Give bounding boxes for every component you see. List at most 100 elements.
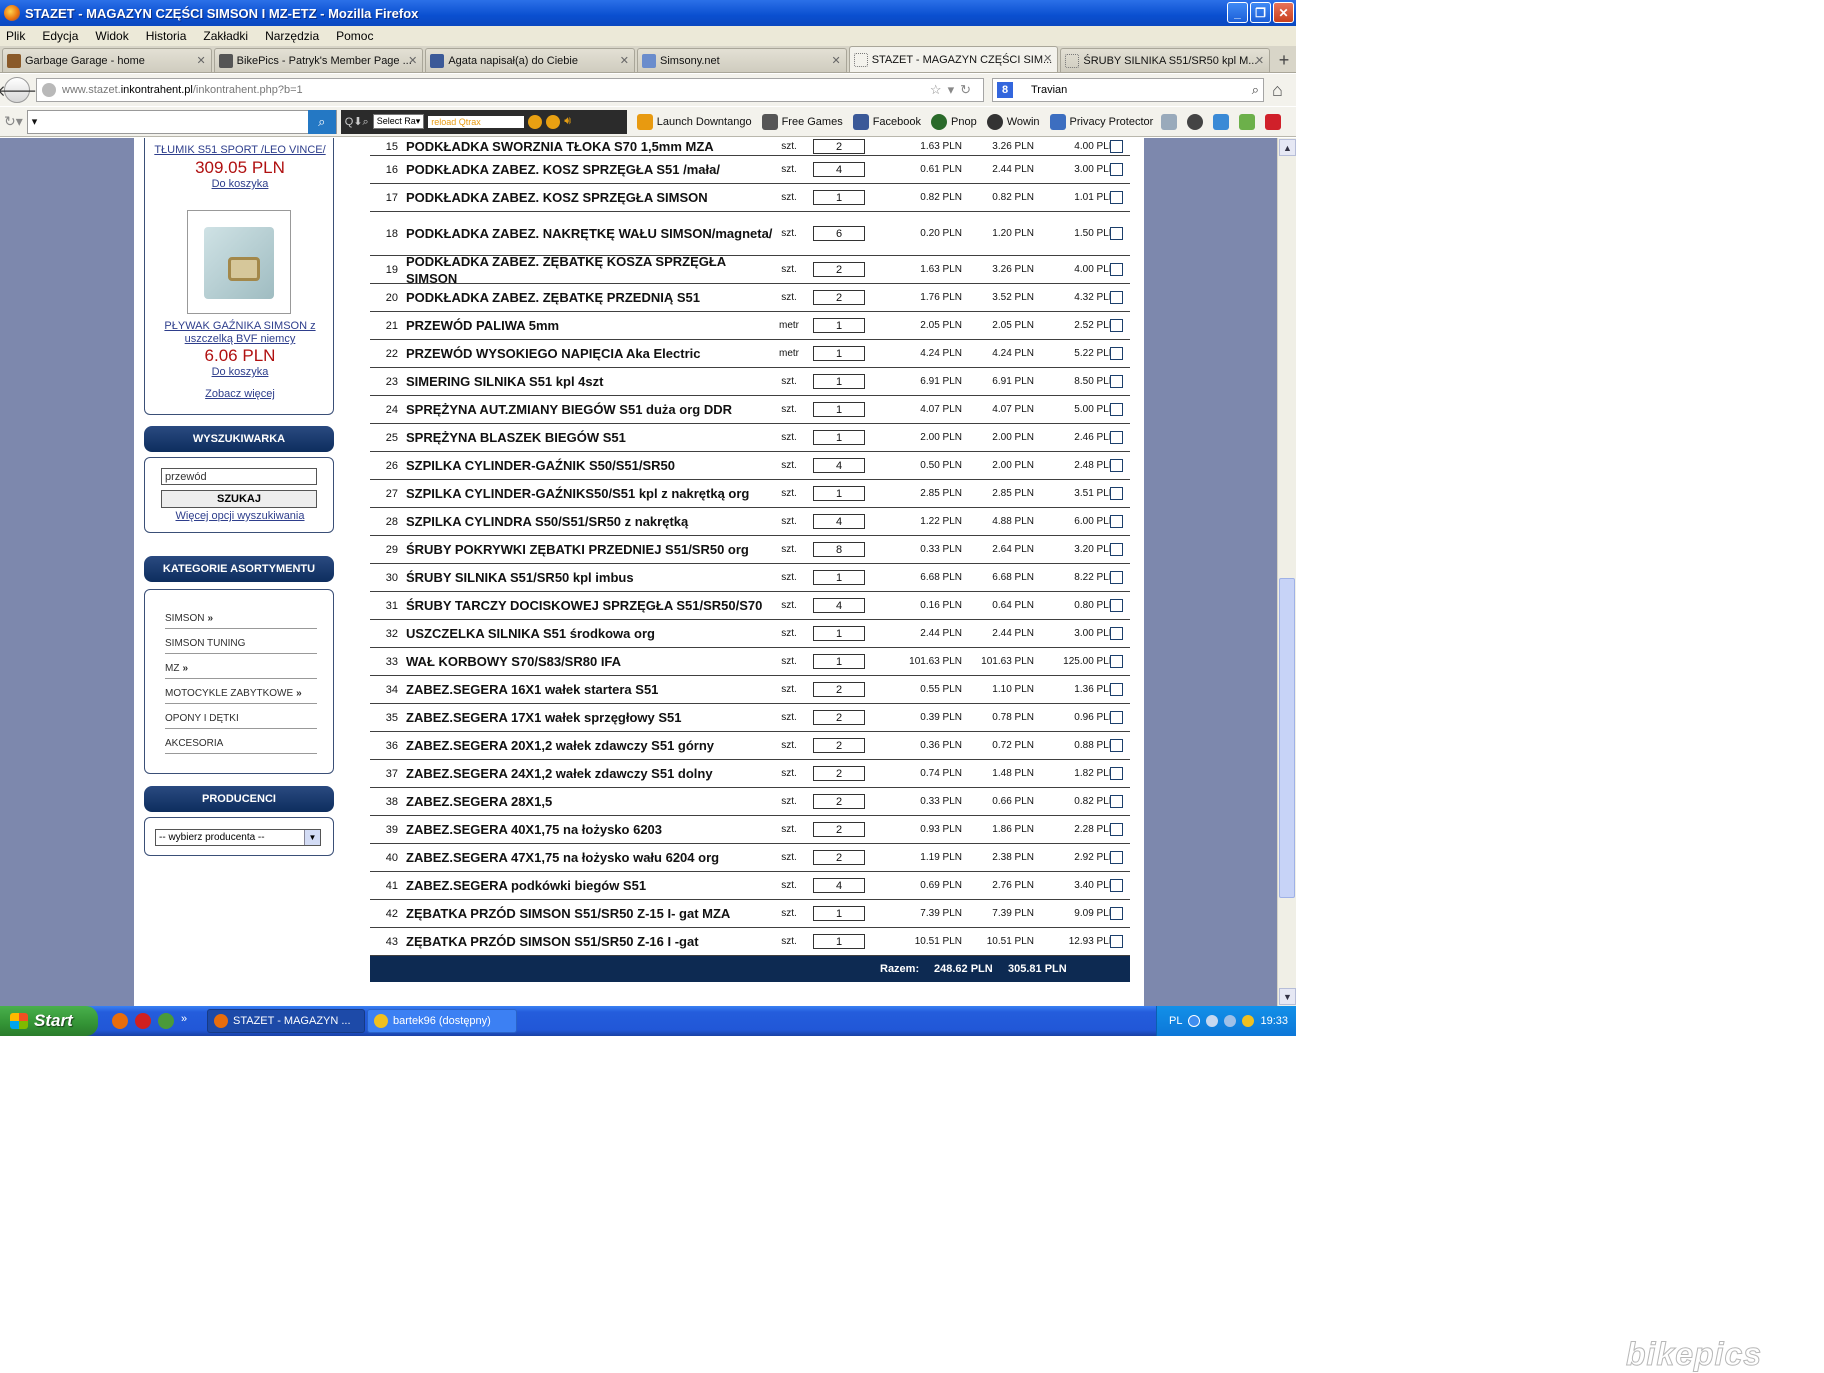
remove-item-checkbox[interactable]	[1109, 599, 1123, 612]
np-icon[interactable]	[1265, 113, 1282, 130]
quantity-input[interactable]: 2	[813, 794, 865, 809]
weather-icon[interactable]	[1161, 113, 1178, 130]
quantity-input[interactable]: 4	[813, 514, 865, 529]
menu-bookmarks[interactable]: Zakładki	[203, 29, 248, 43]
remove-item-checkbox[interactable]	[1109, 291, 1123, 304]
radio-select[interactable]: Select Ra▾	[372, 114, 425, 129]
menu-file[interactable]: Plik	[6, 29, 25, 43]
quantity-input[interactable]: 1	[813, 570, 865, 585]
tab-close-icon[interactable]: ✕	[831, 54, 840, 67]
quantity-input[interactable]: 8	[813, 542, 865, 557]
remove-item-checkbox[interactable]	[1109, 140, 1123, 153]
tab-simsony[interactable]: Simsony.net ✕	[637, 48, 847, 72]
quick-launch-more[interactable]: »	[181, 1013, 197, 1029]
chevron-down-icon[interactable]: ▼	[304, 830, 320, 845]
language-indicator[interactable]: PL	[1169, 1015, 1182, 1027]
remove-item-checkbox[interactable]	[1109, 767, 1123, 780]
product-image[interactable]	[187, 210, 291, 314]
menu-view[interactable]: Widok	[95, 29, 128, 43]
add-to-cart-link[interactable]: Do koszyka	[145, 178, 335, 191]
tab-close-icon[interactable]: ✕	[620, 54, 629, 67]
remove-item-checkbox[interactable]	[1109, 191, 1123, 204]
quantity-input[interactable]: 2	[813, 710, 865, 725]
wowin-link[interactable]: Wowin	[986, 113, 1040, 130]
tab-close-icon[interactable]: ✕	[1255, 54, 1264, 67]
stop-icon[interactable]	[546, 114, 561, 129]
tab-close-icon[interactable]: ✕	[408, 54, 417, 67]
remove-item-checkbox[interactable]	[1109, 655, 1123, 668]
maximize-button[interactable]: ❐	[1250, 2, 1271, 23]
scroll-down-icon[interactable]: ▼	[1279, 988, 1296, 1005]
category-mz[interactable]: MZ»	[165, 654, 317, 679]
back-button[interactable]: 🡐	[0, 77, 37, 103]
qtrax-input[interactable]: reload Qtrax	[428, 115, 525, 128]
chrome-icon[interactable]	[158, 1013, 174, 1029]
tab-bikepics[interactable]: BikePics - Patryk's Member Page ... ✕	[213, 48, 424, 72]
remove-item-checkbox[interactable]	[1109, 935, 1123, 948]
remove-item-checkbox[interactable]	[1109, 163, 1123, 176]
search-icon[interactable]: ⌕	[1252, 82, 1259, 98]
quantity-input[interactable]: 2	[813, 290, 865, 305]
vertical-scrollbar[interactable]: ▲ ▼	[1277, 138, 1296, 1006]
privacy-protector-link[interactable]: Privacy Protector	[1049, 113, 1153, 130]
remove-item-checkbox[interactable]	[1109, 347, 1123, 360]
quantity-input[interactable]: 1	[813, 486, 865, 501]
free-games-link[interactable]: Free Games	[761, 113, 843, 130]
window-titlebar[interactable]: STAZET - MAGAZYN CZĘŚCI SIMSON I MZ-ETZ …	[0, 0, 1296, 26]
quantity-input[interactable]: 2	[813, 682, 865, 697]
category-simson-tuning[interactable]: SIMSON TUNING	[165, 629, 317, 654]
url-bar[interactable]: www.stazet. inkontrahent.pl /inkontrahen…	[36, 78, 984, 102]
tab-sruby[interactable]: ŚRUBY SILNIKA S51/SR50 kpl M... ✕	[1060, 48, 1271, 72]
quantity-input[interactable]: 4	[813, 458, 865, 473]
quantity-input[interactable]: 2	[813, 850, 865, 865]
quantity-input[interactable]: 1	[813, 906, 865, 921]
producer-select[interactable]: -- wybierz producenta -- ▼	[155, 829, 321, 846]
remove-item-checkbox[interactable]	[1109, 431, 1123, 444]
facebook-link[interactable]: Facebook	[852, 113, 921, 130]
quantity-input[interactable]: 6	[813, 226, 865, 241]
remove-item-checkbox[interactable]	[1109, 487, 1123, 500]
quantity-input[interactable]: 2	[813, 822, 865, 837]
tray-arrow-icon[interactable]	[1188, 1015, 1201, 1027]
remove-item-checkbox[interactable]	[1109, 627, 1123, 640]
product-link[interactable]: TŁUMIK S51 SPORT /LEO VINCE/	[145, 144, 335, 157]
network-icon[interactable]	[1206, 1015, 1219, 1027]
add-to-cart-link[interactable]: Do koszyka	[145, 366, 335, 379]
quantity-input[interactable]: 1	[813, 626, 865, 641]
taskbar-item-firefox[interactable]: STAZET - MAGAZYN ...	[207, 1009, 365, 1033]
quantity-input[interactable]: 2	[813, 738, 865, 753]
remove-item-checkbox[interactable]	[1109, 823, 1123, 836]
start-button[interactable]: Start	[0, 1006, 98, 1036]
firefox-icon[interactable]	[112, 1013, 128, 1029]
remove-item-checkbox[interactable]	[1109, 459, 1123, 472]
reload-circle-icon[interactable]: ↻▾	[4, 113, 23, 130]
remove-item-checkbox[interactable]	[1109, 851, 1123, 864]
remove-item-checkbox[interactable]	[1109, 375, 1123, 388]
remove-item-checkbox[interactable]	[1109, 227, 1123, 240]
remove-item-checkbox[interactable]	[1109, 907, 1123, 920]
leaf-icon[interactable]	[1239, 113, 1256, 130]
quantity-input[interactable]: 1	[813, 190, 865, 205]
home-icon[interactable]: ⌂	[1272, 80, 1283, 101]
see-more-link[interactable]: Zobacz więcej	[145, 388, 335, 401]
network-icon[interactable]	[1213, 113, 1230, 130]
volume-icon[interactable]: 🔊︎	[564, 115, 571, 128]
menu-history[interactable]: Historia	[146, 29, 187, 43]
search-engine-icon[interactable]: 8	[997, 82, 1013, 98]
remove-item-checkbox[interactable]	[1109, 263, 1123, 276]
speed-gauge-icon[interactable]	[1187, 113, 1204, 130]
remove-item-checkbox[interactable]	[1109, 795, 1123, 808]
quantity-input[interactable]: 1	[813, 654, 865, 669]
remove-item-checkbox[interactable]	[1109, 403, 1123, 416]
category-accessories[interactable]: AKCESORIA	[165, 729, 317, 754]
gadu-gadu-icon[interactable]	[1242, 1015, 1255, 1027]
scrollbar-thumb[interactable]	[1279, 578, 1295, 898]
quantity-input[interactable]: 2	[813, 262, 865, 277]
pnop-link[interactable]: Pnop	[931, 113, 977, 130]
monitor-icon[interactable]	[1224, 1015, 1237, 1027]
category-simson[interactable]: SIMSON»	[165, 604, 317, 629]
quantity-input[interactable]: 2	[813, 139, 865, 154]
tab-garbage-garage[interactable]: Garbage Garage - home ✕	[2, 48, 212, 72]
remove-item-checkbox[interactable]	[1109, 515, 1123, 528]
play-icon[interactable]	[528, 114, 543, 129]
